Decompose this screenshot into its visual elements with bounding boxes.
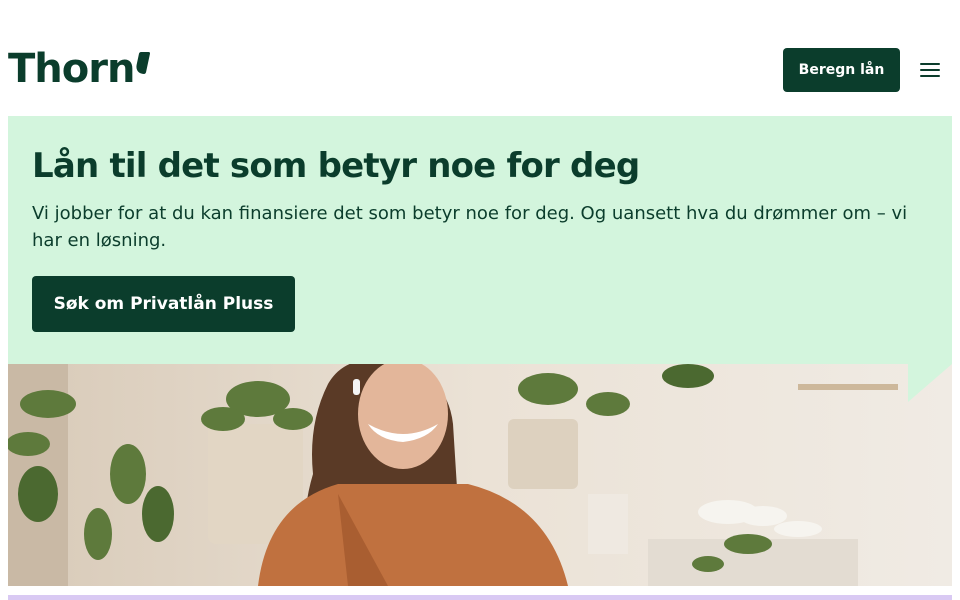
photo-woman-with-plants-icon: [8, 364, 952, 586]
hamburger-icon-line: [920, 69, 940, 71]
hamburger-icon-line: [920, 75, 940, 77]
hamburger-icon-line: [920, 63, 940, 65]
thorn-logo[interactable]: Thorn: [8, 46, 151, 92]
hero-title: Lån til det som betyr noe for deg: [32, 146, 640, 186]
bottom-accent-bar: [8, 595, 952, 600]
hamburger-menu-button[interactable]: [916, 58, 944, 82]
site-header: Thorn Beregn lån: [0, 0, 960, 116]
hero-section: Lån til det som betyr noe for deg Vi job…: [8, 116, 952, 364]
beregn-lan-button[interactable]: Beregn lån: [783, 48, 900, 92]
apply-privatlan-pluss-button[interactable]: Søk om Privatlån Pluss: [32, 276, 295, 332]
logo-mark-icon: [135, 52, 151, 74]
hero-description: Vi jobber for at du kan finansiere det s…: [32, 203, 908, 251]
hero-photo: [8, 364, 952, 586]
logo-text: Thorn: [8, 46, 135, 92]
